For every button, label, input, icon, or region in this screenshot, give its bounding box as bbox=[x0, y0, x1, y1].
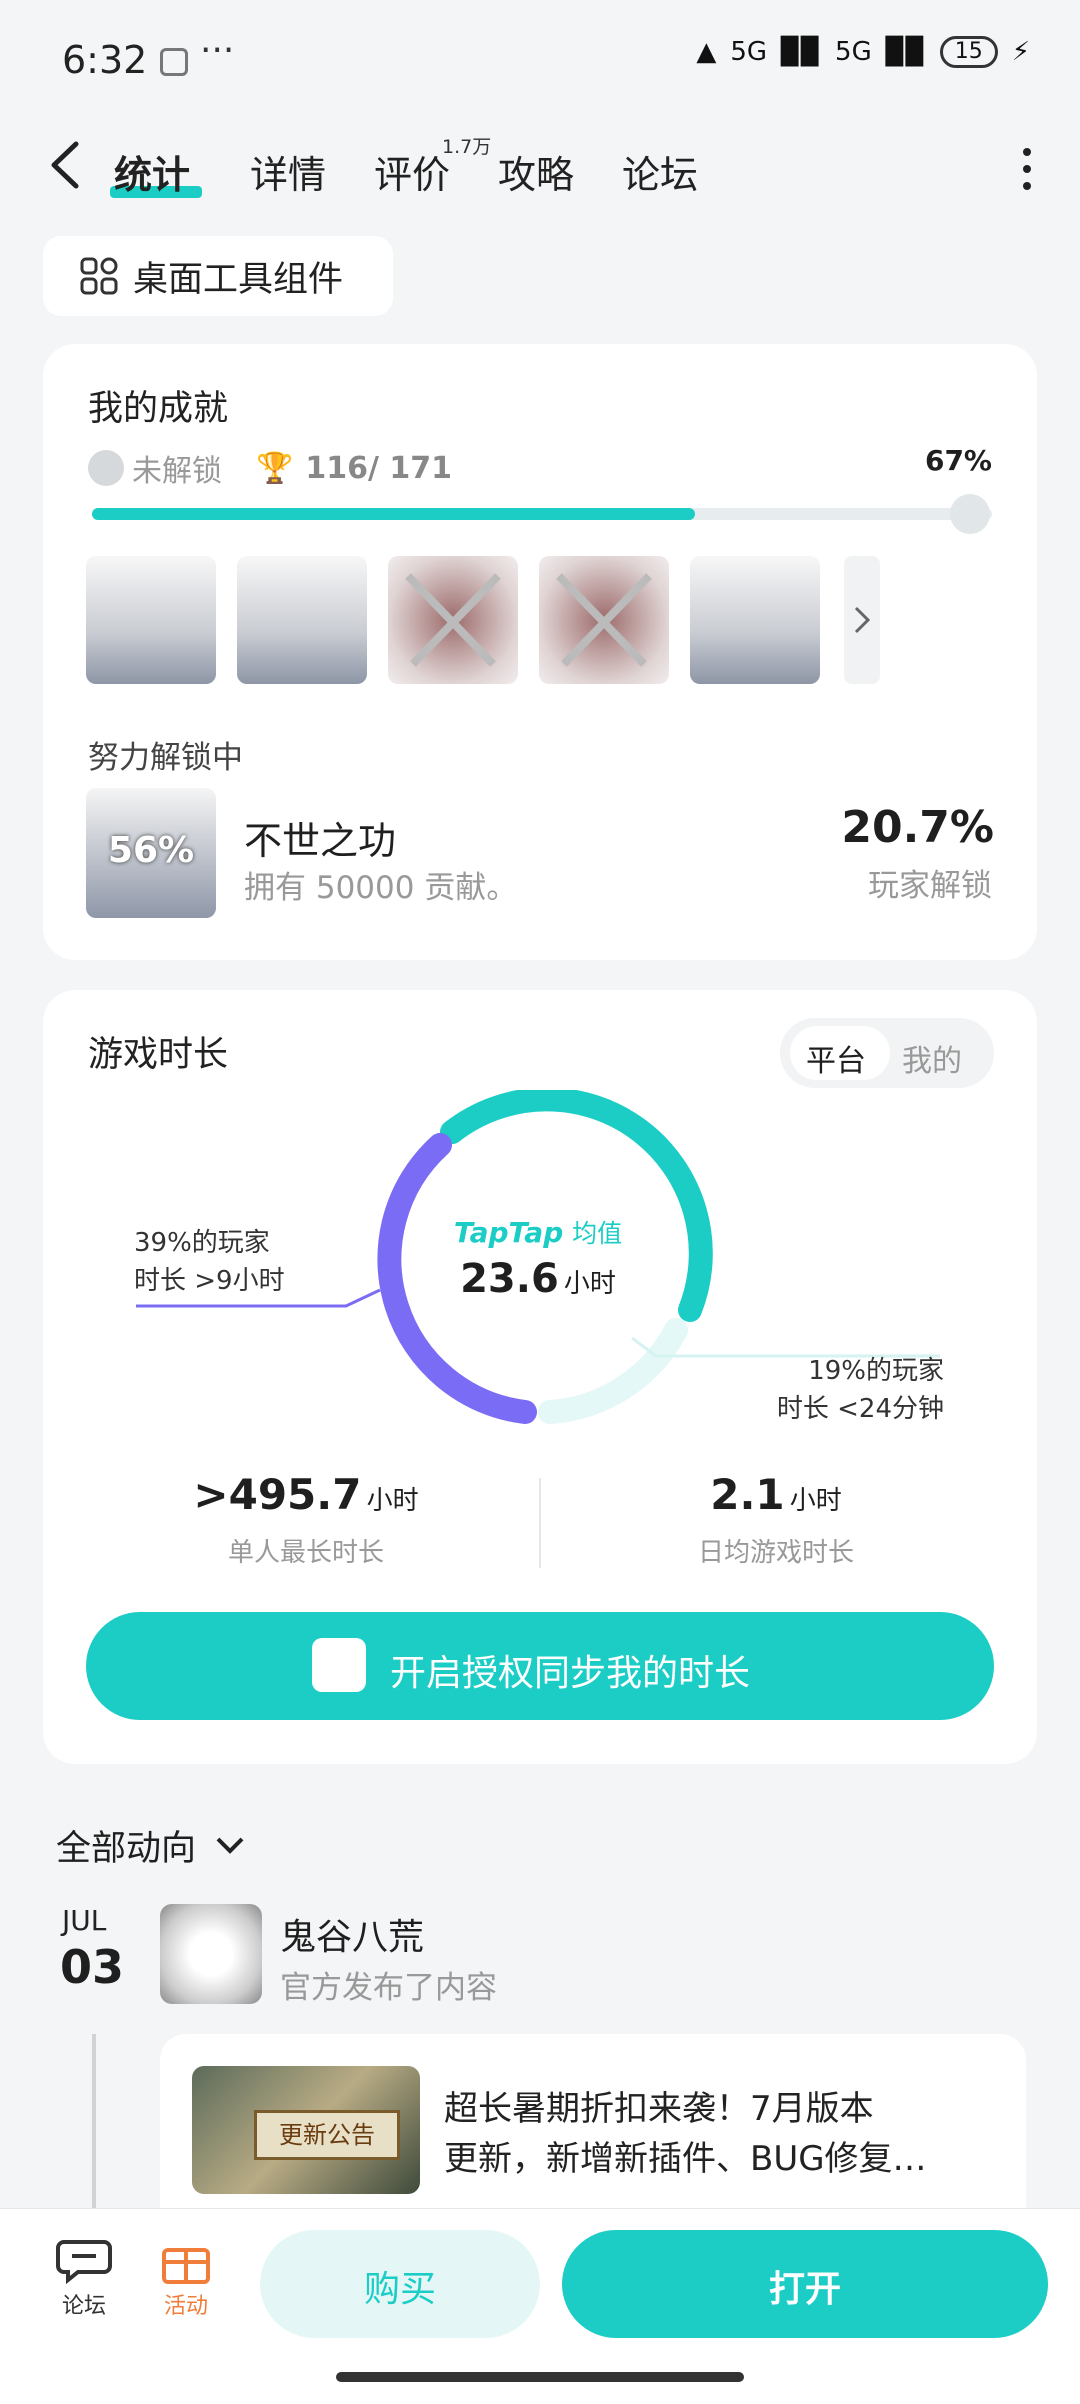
max-label: 单人最长时长 bbox=[227, 1538, 384, 1568]
stat-divider bbox=[539, 1478, 541, 1568]
donut-segment-short bbox=[538, 1318, 688, 1424]
widget-chip-label: 桌面工具组件 bbox=[133, 259, 344, 300]
toggle-mine[interactable]: 我的 bbox=[902, 1036, 962, 1080]
author-avatar[interactable] bbox=[160, 1904, 262, 2004]
post-thumb-banner: 更新公告 bbox=[254, 2110, 400, 2160]
game-icon bbox=[312, 1638, 366, 1692]
locked-badge-icon bbox=[88, 450, 124, 486]
achievement-count: 116/ 171 bbox=[305, 450, 453, 486]
in-progress-thumb-percent: 56% bbox=[107, 830, 195, 871]
playtime-title: 游戏时长 bbox=[88, 1035, 229, 1075]
feed-action: 官方发布了内容 bbox=[280, 1970, 497, 2006]
home-indicator[interactable] bbox=[336, 2372, 744, 2382]
battery-level: 15 bbox=[939, 36, 998, 68]
crossed-swords-icon bbox=[405, 573, 501, 667]
left-callout-line-1: 39%的玩家 bbox=[134, 1228, 270, 1258]
left-callout-line-2: 时长 >9小时 bbox=[134, 1266, 285, 1296]
right-callout-line-1: 19%的玩家 bbox=[808, 1356, 944, 1386]
in-progress-title: 努力解锁中 bbox=[88, 740, 243, 776]
trophy-icon: 🏆 bbox=[256, 450, 294, 486]
average-hours: 23.6 bbox=[460, 1256, 559, 1302]
status-more-icon: ··· bbox=[200, 30, 235, 71]
in-progress-rate-label: 玩家解锁 bbox=[868, 868, 992, 904]
event-nav-label: 活动 bbox=[163, 2294, 208, 2319]
donut-center-suffix: 均值 bbox=[572, 1219, 623, 1248]
feed-month: JUL bbox=[62, 1904, 107, 1937]
tab-guides[interactable]: 攻略 bbox=[498, 144, 574, 199]
daily-value: 2.1 bbox=[710, 1470, 785, 1519]
buy-button-label: 购买 bbox=[363, 2269, 436, 2310]
charging-icon: ⚡ bbox=[1011, 37, 1030, 67]
notification-icon: ▲ bbox=[696, 37, 717, 67]
achievement-tile-2[interactable] bbox=[237, 556, 367, 684]
chevron-down-icon bbox=[216, 1837, 244, 1854]
post-text: 超长暑期折扣来袭！7月版本 更新，新增新插件、BUG修复… bbox=[444, 2084, 927, 2184]
in-progress-name: 不世之功 bbox=[244, 819, 397, 863]
achievement-tile-1[interactable] bbox=[86, 556, 216, 684]
daily-unit: 小时 bbox=[789, 1486, 842, 1516]
achievements-title: 我的成就 bbox=[88, 389, 229, 429]
chevron-right-icon bbox=[854, 606, 871, 634]
in-progress-rate: 20.7% bbox=[841, 802, 994, 853]
tab-forum[interactable]: 论坛 bbox=[622, 144, 698, 199]
left-callout: 39%的玩家 时长 >9小时 bbox=[134, 1224, 285, 1300]
tab-details[interactable]: 详情 bbox=[250, 144, 326, 199]
max-playtime-stat: >495.7 小时 bbox=[170, 1470, 442, 1519]
achievement-percent: 67% bbox=[924, 444, 992, 477]
achievement-progress-bar bbox=[92, 508, 992, 520]
daily-playtime-stat: 2.1 小时 bbox=[640, 1470, 912, 1519]
more-menu-icon[interactable] bbox=[1022, 148, 1032, 190]
signal-bars-icon: ▉▉ bbox=[885, 37, 926, 67]
locked-label: 未解锁 bbox=[132, 454, 222, 489]
achievement-tile-4[interactable] bbox=[539, 556, 669, 684]
grid-icon bbox=[80, 257, 118, 295]
achievement-progress-fill bbox=[92, 508, 695, 520]
max-value: 495.7 bbox=[228, 1470, 362, 1519]
timeline-line bbox=[92, 2034, 96, 2214]
toggle-platform[interactable]: 平台 bbox=[806, 1036, 866, 1080]
achievement-summary: 未解锁 🏆 116/ 171 bbox=[88, 446, 452, 490]
signal-bars-icon: ▉▉ bbox=[781, 37, 822, 67]
status-time: 6:32 bbox=[62, 38, 148, 82]
feed-filter[interactable]: 全部动向 bbox=[56, 1820, 250, 1871]
taptap-logo-text: TapTap bbox=[453, 1216, 564, 1249]
average-unit: 小时 bbox=[563, 1269, 616, 1299]
signal-2: 5G bbox=[835, 37, 872, 67]
review-count-badge: 1.7万 bbox=[442, 136, 492, 158]
post-thumbnail: 更新公告 bbox=[192, 2066, 420, 2194]
tab-stats[interactable]: 统计 bbox=[114, 144, 190, 199]
achievement-tile-5[interactable] bbox=[690, 556, 820, 684]
feed-filter-label: 全部动向 bbox=[56, 1829, 197, 1869]
widget-chip[interactable]: 桌面工具组件 bbox=[43, 236, 393, 316]
in-progress-thumb[interactable]: 56% bbox=[86, 788, 216, 918]
open-button-label: 打开 bbox=[768, 2269, 841, 2310]
crossed-swords-icon bbox=[556, 573, 652, 667]
max-unit: 小时 bbox=[366, 1486, 419, 1516]
post-line-2: 更新，新增新插件、BUG修复… bbox=[444, 2139, 927, 2179]
donut-center-value: 23.6 小时 bbox=[448, 1256, 628, 1302]
sync-playtime-label: 开启授权同步我的时长 bbox=[390, 1653, 751, 1694]
signal-1: 5G bbox=[730, 37, 768, 67]
event-nav[interactable]: 活动 bbox=[154, 2234, 218, 2320]
achievement-tile-3[interactable] bbox=[388, 556, 518, 684]
in-progress-desc: 拥有 50000 贡献。 bbox=[244, 870, 518, 906]
right-callout-line-2: 时长 <24分钟 bbox=[776, 1394, 944, 1424]
screen-record-icon bbox=[160, 48, 188, 76]
max-prefix: > bbox=[193, 1470, 229, 1519]
forum-nav[interactable]: 论坛 bbox=[52, 2234, 116, 2320]
status-indicators: ▲ 5G ▉▉ 5G ▉▉ 15 ⚡ bbox=[696, 36, 1030, 68]
post-line-1: 超长暑期折扣来袭！7月版本 bbox=[444, 2089, 874, 2129]
right-callout: 19%的玩家 时长 <24分钟 bbox=[777, 1352, 944, 1428]
daily-label: 日均游戏时长 bbox=[697, 1538, 854, 1568]
back-icon[interactable] bbox=[46, 140, 86, 190]
chat-bubble-icon bbox=[56, 2240, 112, 2285]
achievements-next-button[interactable] bbox=[844, 556, 880, 684]
donut-center-brand: TapTap 均值 bbox=[448, 1214, 628, 1250]
star-knob-icon bbox=[950, 494, 990, 534]
gift-icon bbox=[162, 2248, 210, 2284]
feed-author[interactable]: 鬼谷八荒 bbox=[280, 1908, 424, 1960]
tab-reviews[interactable]: 评价 bbox=[374, 144, 450, 199]
forum-nav-label: 论坛 bbox=[61, 2294, 106, 2319]
feed-day: 03 bbox=[60, 1940, 125, 1994]
